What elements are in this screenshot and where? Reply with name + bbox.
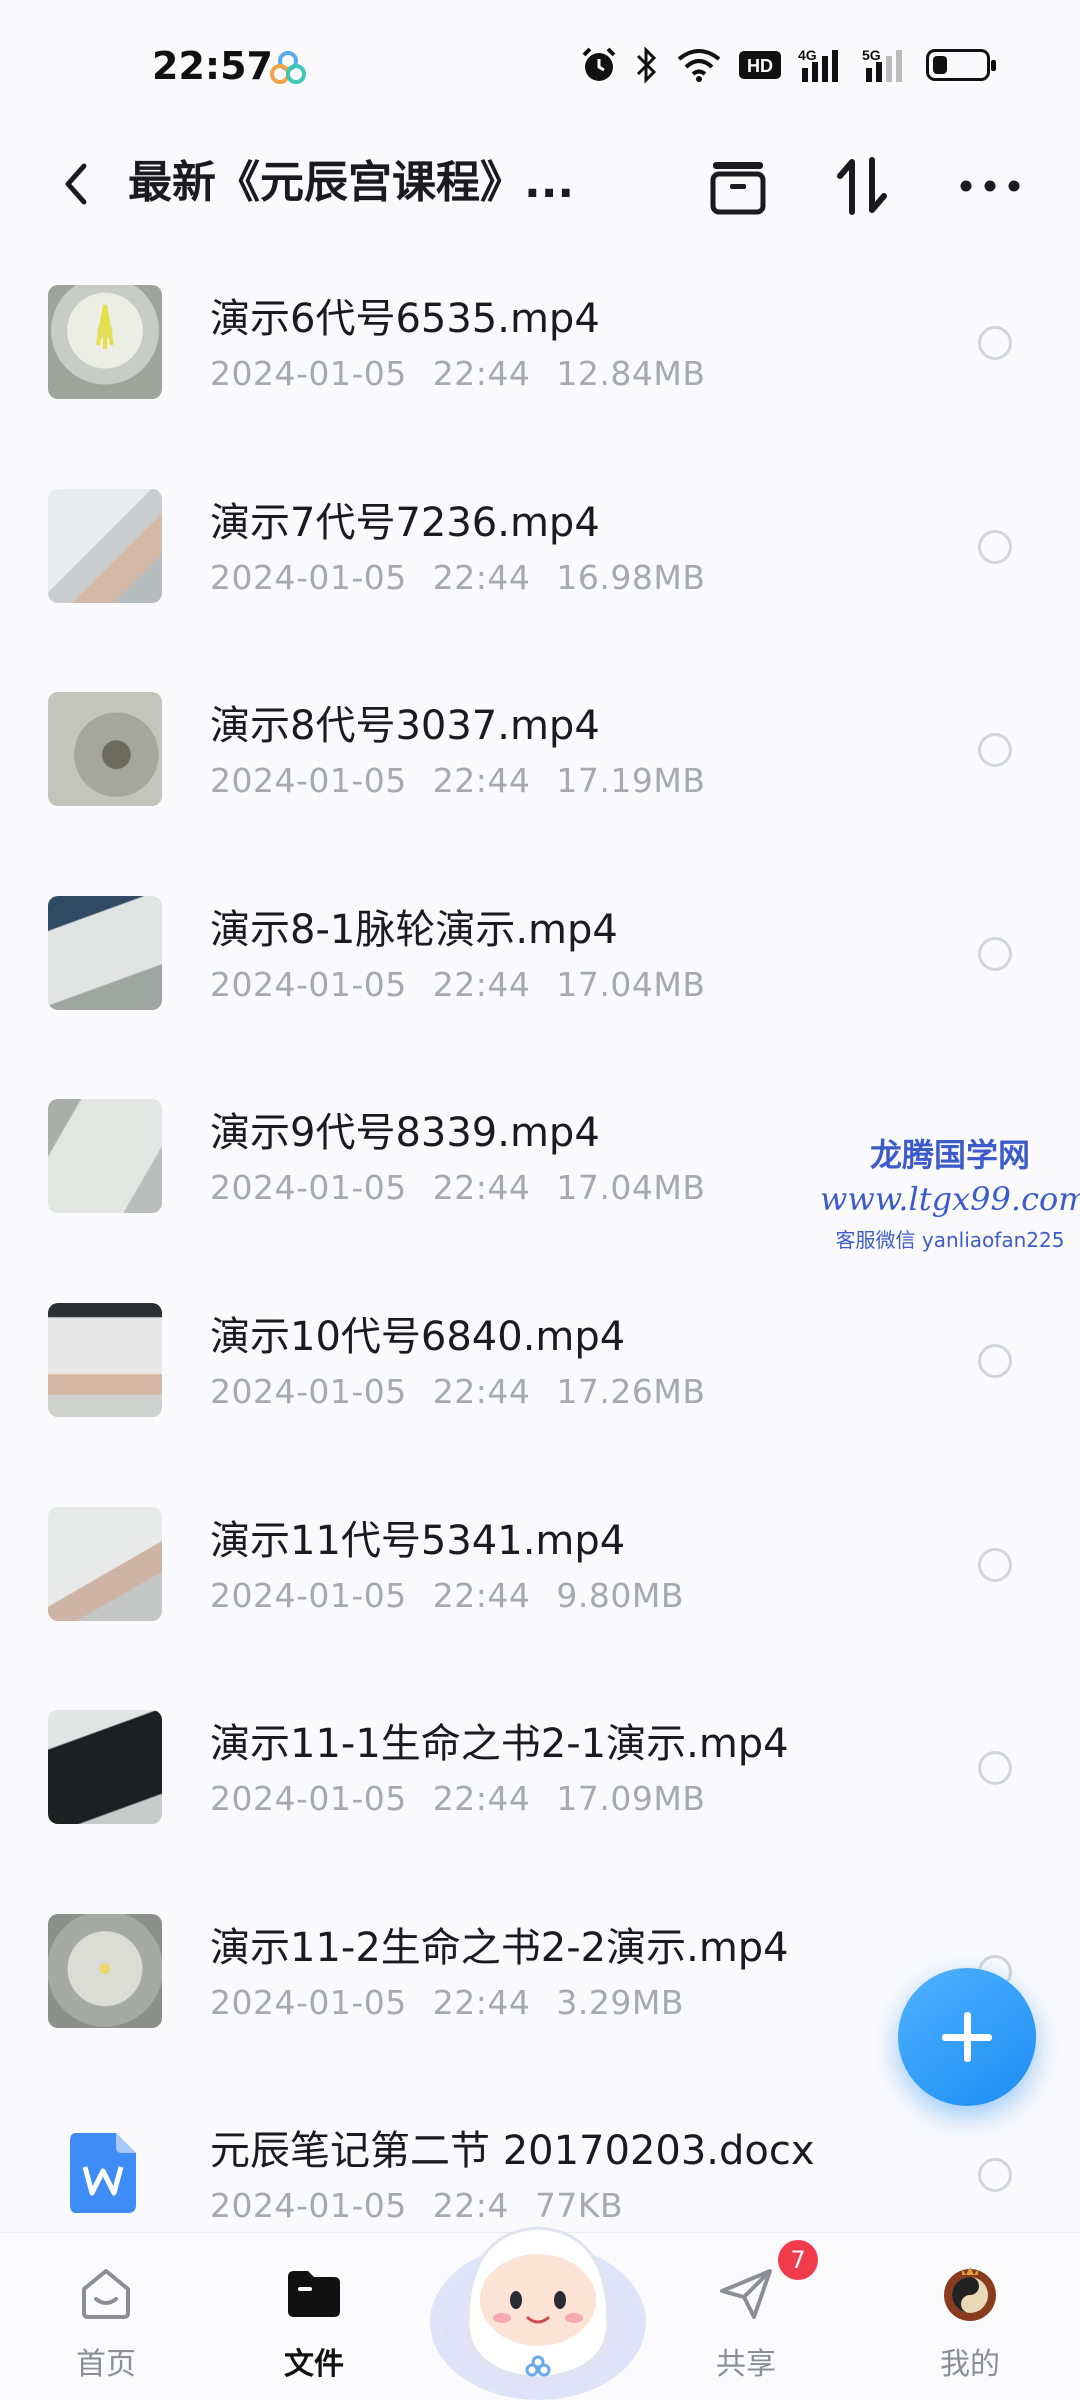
- file-meta: 2024-01-05 22:44 17.19MB: [210, 761, 706, 801]
- sort-button[interactable]: [824, 148, 900, 224]
- nav-label: 共享: [716, 2347, 776, 2382]
- watermark: 龙腾国学网 www.ltgx99.com 客服微信 yanliaofan225: [820, 1130, 1080, 1253]
- file-name: 演示11-2生命之书2-2演示.mp4: [210, 1924, 789, 1971]
- alarm-icon: [582, 47, 616, 81]
- file-row[interactable]: 演示11代号5341.mp4 2024-01-05 22:44 9.80MB: [0, 1488, 1080, 1692]
- svg-text:5G: 5G: [862, 47, 881, 63]
- share-badge: 7: [778, 2240, 818, 2280]
- select-checkbox[interactable]: [978, 2158, 1012, 2193]
- file-meta: 2024-01-05 22:44 12.84MB: [210, 354, 706, 393]
- file-name: 演示9代号8339.mp4: [210, 1110, 600, 1157]
- file-meta: 2024-01-05 22:44 17.26MB: [210, 1371, 706, 1411]
- cloud-app-icon: [270, 51, 306, 84]
- file-row[interactable]: 演示10代号6840.mp4 2024-01-05 22:44 17.26MB: [0, 1284, 1080, 1488]
- bluetooth-icon: [636, 46, 657, 84]
- file-name: 演示7代号7236.mp4: [210, 499, 600, 546]
- select-checkbox[interactable]: [978, 733, 1012, 768]
- select-checkbox[interactable]: [978, 936, 1012, 971]
- nav-item-files[interactable]: 文件: [244, 2251, 384, 2391]
- page-title: 最新《元辰宫课程》...: [128, 157, 575, 208]
- signal-5g-icon: 5G: [862, 47, 902, 82]
- file-meta: 2024-01-05 22:44 17.04MB: [210, 964, 706, 1004]
- send-icon: [720, 2269, 772, 2319]
- video-thumbnail: [48, 895, 162, 1010]
- battery-icon: [926, 49, 996, 81]
- video-thumbnail: [48, 1710, 162, 1825]
- file-name: 演示10代号6840.mp4: [210, 1313, 626, 1360]
- svg-text:4G: 4G: [798, 47, 817, 63]
- video-thumbnail: [48, 1302, 162, 1417]
- select-checkbox[interactable]: [978, 326, 1012, 360]
- file-row[interactable]: 演示8-1脉轮演示.mp4 2024-01-05 22:44 17.04MB: [0, 877, 1080, 1081]
- file-meta: 2024-01-05 22:44 3.29MB: [210, 1982, 684, 2022]
- file-row[interactable]: 演示7代号7236.mp4 2024-01-05 22:44 16.98MB: [0, 470, 1080, 674]
- video-thumbnail: [48, 285, 162, 399]
- svg-text:HD: HD: [747, 56, 773, 76]
- nav-label: 文件: [284, 2347, 344, 2382]
- hd-icon: HD: [739, 51, 781, 79]
- file-name: 演示8-1脉轮演示.mp4: [210, 906, 618, 953]
- select-checkbox[interactable]: [978, 1547, 1012, 1582]
- video-thumbnail: [48, 1506, 162, 1621]
- video-thumbnail: [48, 692, 162, 807]
- nav-item-home[interactable]: 首页: [36, 2251, 176, 2391]
- word-doc-icon: [70, 2133, 136, 2214]
- avatar-icon: [944, 2267, 996, 2321]
- file-meta: 2024-01-05 22:44 17.09MB: [210, 1779, 706, 1819]
- file-row[interactable]: 演示6代号6535.mp4 2024-01-05 22:44 12.84MB: [0, 266, 1080, 470]
- add-button[interactable]: [898, 1968, 1036, 2106]
- watermark-url: www.ltgx99.com: [820, 1180, 1080, 1218]
- folder-action-button[interactable]: [700, 148, 776, 224]
- app-header: 最新《元辰宫课程》...: [0, 130, 1080, 240]
- file-meta: 2024-01-05 22:44 16.98MB: [210, 557, 706, 597]
- back-button[interactable]: [52, 152, 100, 216]
- file-row[interactable]: 演示11-1生命之书2-1演示.mp4 2024-01-05 22:44 17.09…: [0, 1691, 1080, 1895]
- more-button[interactable]: [952, 148, 1028, 224]
- wifi-icon: [677, 49, 721, 82]
- nav-label: 首页: [76, 2347, 136, 2382]
- select-checkbox[interactable]: [978, 529, 1012, 564]
- status-bar: 22:57 HD 4G 5G: [0, 0, 1080, 130]
- file-name: 演示8代号3037.mp4: [210, 703, 600, 750]
- video-thumbnail: [48, 1099, 162, 1214]
- video-thumbnail: [48, 488, 162, 603]
- signal-4g-icon: 4G: [798, 47, 838, 82]
- file-name: 演示11-1生命之书2-1演示.mp4: [210, 1721, 789, 1768]
- file-meta: 2024-01-05 22:44 9.80MB: [210, 1575, 684, 1615]
- folder-icon: [288, 2271, 340, 2317]
- nav-label: 我的: [940, 2347, 1000, 2382]
- select-checkbox[interactable]: [978, 1751, 1012, 1786]
- file-name: 演示11代号5341.mp4: [210, 1517, 626, 1564]
- file-meta: 2024-01-05 22:44 17.04MB: [210, 1168, 706, 1208]
- watermark-title: 龙腾国学网: [869, 1136, 1030, 1174]
- nav-item-me[interactable]: 我的: [900, 2251, 1040, 2391]
- mascot-avatar[interactable]: [428, 2172, 648, 2400]
- video-thumbnail: [48, 1913, 162, 2028]
- file-name: 演示6代号6535.mp4: [210, 296, 600, 342]
- watermark-contact: 客服微信 yanliaofan225: [835, 1228, 1065, 1252]
- home-icon: [82, 2269, 130, 2319]
- select-checkbox[interactable]: [978, 1343, 1012, 1378]
- file-row[interactable]: 演示8代号3037.mp4 2024-01-05 22:44 17.19MB: [0, 673, 1080, 877]
- status-time: 22:57: [152, 44, 273, 88]
- file-name: 元辰笔记第二节 20170203.docx: [210, 2128, 815, 2175]
